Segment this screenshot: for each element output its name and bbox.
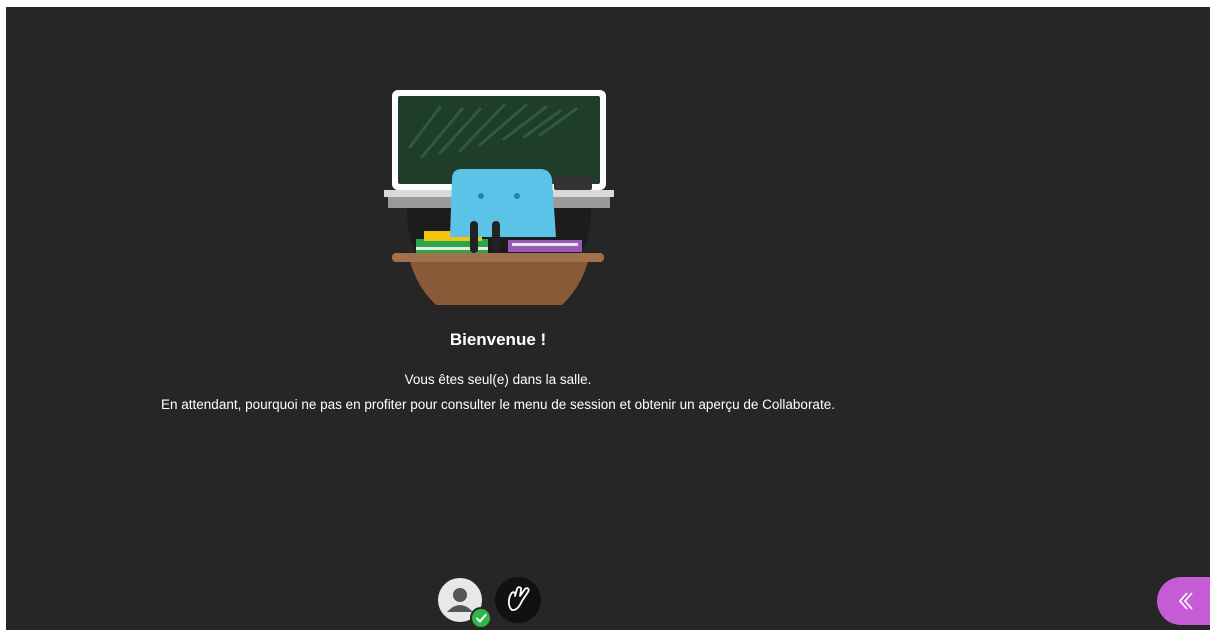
check-icon	[476, 614, 487, 623]
welcome-title: Bienvenue !	[449, 330, 547, 349]
classroom-illustration	[384, 90, 614, 305]
session-stage: Bienvenue ! Vous êtes seul(e) dans la sa…	[6, 7, 1210, 630]
status-online-badge	[470, 607, 492, 629]
alone-message: Vous êtes seul(e) dans la salle.	[404, 372, 592, 387]
raise-hand-icon	[507, 586, 530, 611]
session-menu-hint: En attendant, pourquoi ne pas en profite…	[161, 397, 835, 412]
open-session-panel-button[interactable]	[1157, 577, 1210, 625]
double-chevron-left-icon	[1178, 592, 1193, 610]
raise-hand-button[interactable]	[495, 577, 541, 623]
